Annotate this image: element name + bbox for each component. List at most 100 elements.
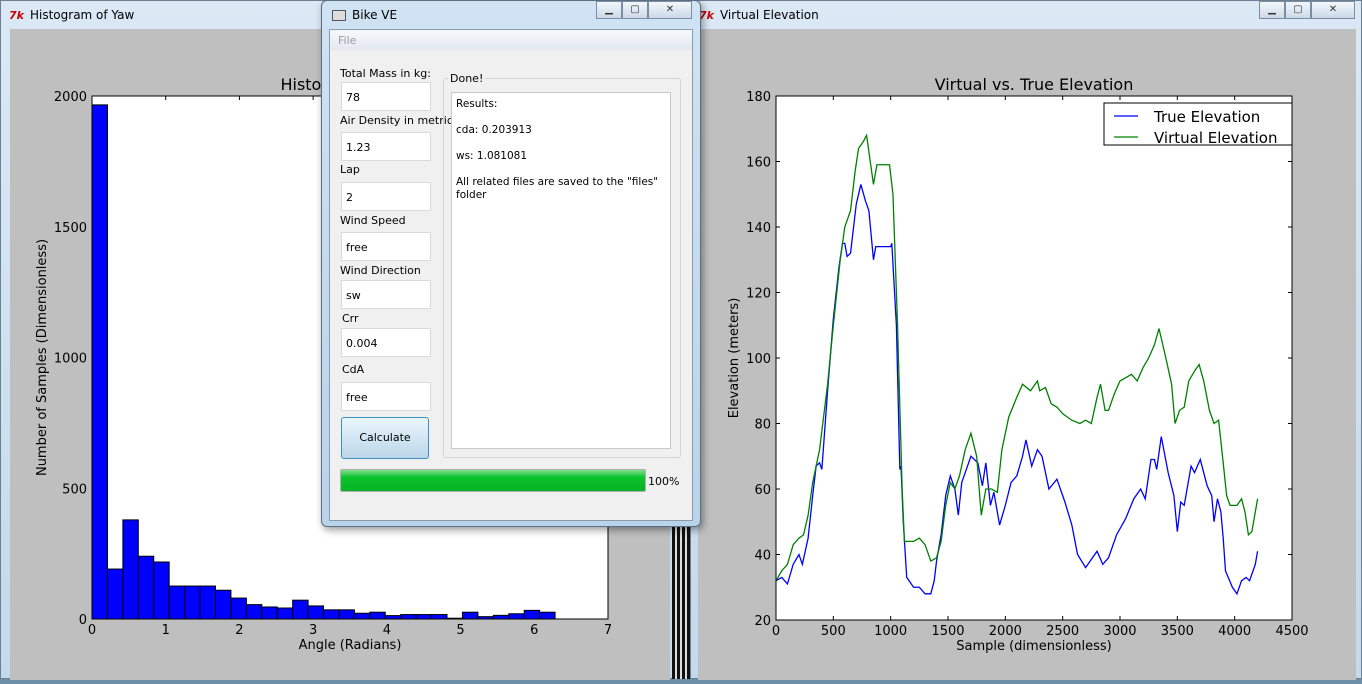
y-tick-label: 1000 xyxy=(54,352,87,367)
x-tick-label: 3000 xyxy=(1103,624,1136,639)
histogram-bar xyxy=(230,597,247,620)
x-tick-label: 0 xyxy=(88,623,96,638)
input-wind-speed[interactable]: free xyxy=(341,232,431,261)
label-wind-direction: Wind Direction xyxy=(340,264,421,277)
y-tick-label: 40 xyxy=(754,549,771,564)
results-group-title: Done! xyxy=(448,72,486,85)
x-tick-label: 7 xyxy=(604,623,612,638)
elevation-canvas: 0 500 1000 1500 2000 2500 3000 3500 4000 4500 20 40… xyxy=(698,29,1356,680)
tk-app-icon: 7k xyxy=(699,8,714,22)
label-crr: Crr xyxy=(342,312,359,325)
histogram-bar xyxy=(492,614,510,620)
histogram-bar xyxy=(122,519,139,620)
x-tick-label: 500 xyxy=(821,624,846,639)
histogram-bar xyxy=(384,615,402,620)
x-tick-label: 3500 xyxy=(1161,624,1194,639)
progress-bar xyxy=(340,469,646,492)
input-cda[interactable]: free xyxy=(341,382,431,411)
results-note: All related files are saved to the "file… xyxy=(456,176,659,201)
histogram-bar xyxy=(153,561,170,620)
tk-app-icon: 7k xyxy=(9,8,24,22)
y-tick-label: 500 xyxy=(62,482,87,497)
bike-ve-dialog: Bike VE ▁ ▢ ✕ File Total Mass in kg: 78 … xyxy=(321,0,701,527)
histogram-bar xyxy=(400,614,417,620)
legend-label: True Elevation xyxy=(1153,108,1260,126)
x-tick-label: 2 xyxy=(235,623,243,638)
histogram-bar xyxy=(184,585,201,620)
minimize-button[interactable]: ▁ xyxy=(1259,1,1285,19)
x-axis-label: Angle (Radians) xyxy=(299,638,402,653)
y-tick-label: 120 xyxy=(746,287,771,302)
input-crr[interactable]: 0.004 xyxy=(341,328,431,357)
x-tick-label: 2000 xyxy=(989,624,1022,639)
histogram-bar xyxy=(307,605,325,620)
y-axis-label: Elevation (meters) xyxy=(727,298,742,419)
minimize-button[interactable]: ▁ xyxy=(596,1,622,19)
legend-label: Virtual Elevation xyxy=(1154,129,1277,147)
results-textarea[interactable]: Results: cda: 0.203913 ws: 1.081081 All … xyxy=(451,92,671,449)
histogram-bar xyxy=(353,612,371,620)
close-button[interactable]: ✕ xyxy=(648,1,692,19)
x-tick-label: 6 xyxy=(530,623,538,638)
histogram-bar xyxy=(431,614,448,620)
window-title: Histogram of Yaw xyxy=(29,8,135,22)
histogram-bar xyxy=(523,609,541,620)
histogram-bar xyxy=(261,606,278,620)
dialog-title: Bike VE xyxy=(352,8,398,22)
x-tick-label: 0 xyxy=(772,624,780,639)
histogram-bar xyxy=(323,609,340,620)
input-lap[interactable]: 2 xyxy=(341,182,431,211)
dialog-body: File Total Mass in kg: 78 Air Density in… xyxy=(329,29,693,521)
y-tick-label: 1500 xyxy=(54,221,87,236)
menu-file[interactable]: File xyxy=(338,34,356,47)
histogram-bar xyxy=(91,104,108,620)
maximize-button[interactable]: ▢ xyxy=(1285,1,1311,19)
x-axis-label: Sample (dimensionless) xyxy=(956,639,1112,654)
label-air-density: Air Density in metric xyxy=(340,114,453,127)
results-heading: Results: xyxy=(456,98,498,110)
menu-bar: File xyxy=(330,30,692,50)
maximize-button[interactable]: ▢ xyxy=(622,1,648,19)
progress-fill xyxy=(341,470,645,491)
app-icon xyxy=(332,9,346,21)
label-wind-speed: Wind Speed xyxy=(340,214,406,227)
y-tick-label: 100 xyxy=(746,352,771,367)
histogram-bar xyxy=(245,604,263,620)
histogram-bar xyxy=(137,555,155,620)
y-tick-label: 160 xyxy=(746,156,771,171)
input-air-density[interactable]: 1.23 xyxy=(341,132,431,161)
label-lap: Lap xyxy=(340,163,360,176)
y-tick-label: 80 xyxy=(754,418,771,433)
input-total-mass[interactable]: 78 xyxy=(341,82,431,111)
histogram-bar xyxy=(369,611,386,620)
histogram-bar xyxy=(276,607,294,620)
y-tick-label: 140 xyxy=(746,221,771,236)
x-tick-label: 4500 xyxy=(1275,624,1308,639)
histogram-bar xyxy=(508,613,525,620)
y-tick-label: 180 xyxy=(746,90,771,105)
results-cda: cda: 0.203913 xyxy=(456,124,532,136)
y-axis-label: Number of Samples (Dimensionless) xyxy=(35,239,50,476)
label-total-mass: Total Mass in kg: xyxy=(340,67,431,80)
x-tick-label: 2500 xyxy=(1046,624,1079,639)
calculate-button[interactable]: Calculate xyxy=(341,417,429,459)
histogram-bar xyxy=(214,589,232,620)
input-wind-direction[interactable]: sw xyxy=(341,280,431,309)
histogram-bar xyxy=(106,568,124,620)
close-button[interactable]: ✕ xyxy=(1311,1,1355,19)
histogram-bar xyxy=(461,611,479,620)
x-tick-label: 5 xyxy=(456,623,464,638)
y-tick-label: 20 xyxy=(754,614,771,629)
histogram-bar xyxy=(539,611,556,620)
x-tick-label: 4000 xyxy=(1218,624,1251,639)
y-tick-label: 60 xyxy=(754,483,771,498)
histogram-bar xyxy=(292,599,309,620)
histogram-bar xyxy=(168,585,186,620)
y-tick-label: 0 xyxy=(79,613,87,628)
elevation-window: 7k Virtual Elevation ▁ ▢ ✕ 0 500 1000 1500 2… xyxy=(690,0,1362,680)
label-cda: CdA xyxy=(342,363,365,376)
results-ws: ws: 1.081081 xyxy=(456,150,528,162)
histogram-bar xyxy=(415,614,433,620)
chart-title: Virtual vs. True Elevation xyxy=(935,75,1134,94)
elevation-chart: 0 500 1000 1500 2000 2500 3000 3500 4000 4500 20 40… xyxy=(727,75,1309,654)
